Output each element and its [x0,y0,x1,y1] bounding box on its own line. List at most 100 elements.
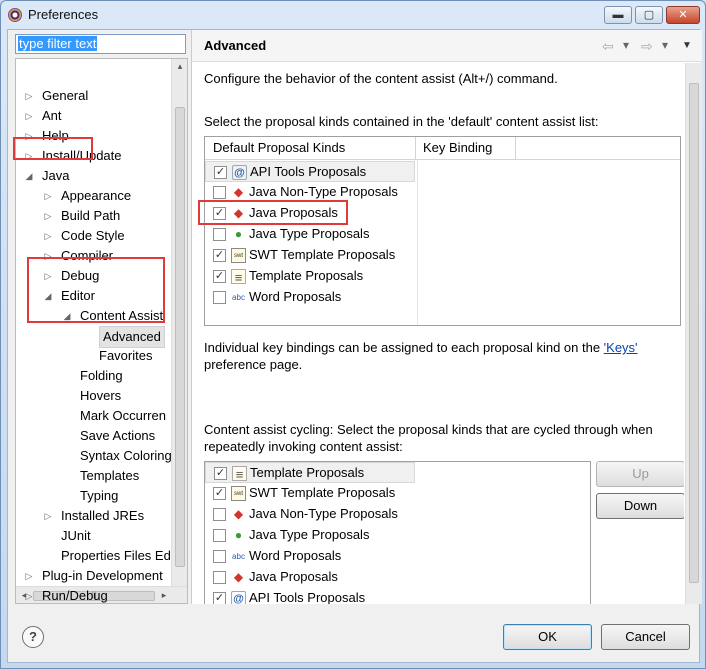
cycling-proposal-table[interactable]: ✓ ≡ Template Proposals ✓ swt SWT Template Pro… [204,461,591,604]
proposal-label: Java Non-Type Proposals [249,184,398,199]
proposal-checkbox[interactable] [213,550,226,563]
page-vertical-scrollbar[interactable] [685,63,702,604]
keys-info-text: Individual key bindings can be assigned … [204,339,674,373]
proposal-checkbox[interactable]: ✓ [213,487,226,500]
default-proposal-table[interactable]: Default Proposal Kinds Key Binding ✓ @ API… [204,136,681,326]
tree-vertical-scrollbar[interactable]: ▴ [171,59,187,586]
back-arrow-icon[interactable]: ⇦ [602,38,614,55]
help-icon[interactable]: ? [22,626,44,648]
filter-input[interactable]: type filter text [15,34,186,54]
proposal-row[interactable]: ✓ @ API Tools Proposals [205,588,415,604]
tree-item-label: Plug-in Development [42,568,163,583]
proposal-row[interactable]: ✓ ≡ Template Proposals [205,462,415,483]
proposal-row[interactable]: ● Java Type Proposals [205,525,415,546]
proposal-row[interactable]: abc Word Proposals [205,546,415,567]
expand-arrow-icon[interactable]: ▷ [24,86,34,106]
proposal-checkbox[interactable] [213,228,226,241]
proposal-checkbox[interactable]: ✓ [214,467,227,480]
tree-item-label: Code Style [61,228,125,243]
page-content: Configure the behavior of the content as… [192,63,684,604]
expand-arrow-icon[interactable]: ▷ [43,226,53,246]
proposal-checkbox[interactable] [213,186,226,199]
expand-arrow-icon[interactable]: ▷ [24,106,34,126]
forward-menu-icon[interactable]: ▾ [662,38,668,52]
keys-link[interactable]: 'Keys' [604,340,638,355]
column-divider [415,137,416,160]
view-menu-icon[interactable]: ▼ [682,40,692,51]
window-title: Preferences [28,7,99,22]
proposal-label: Word Proposals [249,289,342,304]
close-button[interactable]: ✕ [666,6,700,24]
tree-item-label: Properties Files Ed [61,548,171,563]
tree-item-label: Advanced [99,326,165,348]
proposal-kind-icon: ● [234,528,243,542]
expand-arrow-icon[interactable]: ▷ [43,506,53,526]
highlight-java [13,137,93,160]
back-menu-icon[interactable]: ▾ [623,38,629,52]
tree-item-label: Hovers [80,388,122,403]
tree-item-label: Appearance [61,188,132,203]
col-key-binding[interactable]: Key Binding [423,140,492,155]
page-scroll-thumb[interactable] [689,83,699,583]
col-default-kinds[interactable]: Default Proposal Kinds [213,140,345,155]
tree-item-label: General [42,88,89,103]
title-bar[interactable]: Preferences ▬ ▢ ✕ [1,1,705,29]
proposal-checkbox[interactable]: ✓ [213,249,226,262]
proposal-label: Template Proposals [250,465,365,480]
proposal-kind-icon: ◆ [233,507,244,521]
expand-arrow-icon[interactable]: ◢ [24,166,34,186]
expand-arrow-icon[interactable]: ▷ [43,206,53,226]
keys-info-part2: preference page. [204,357,303,372]
proposal-kind-icon: ◆ [233,185,244,199]
proposal-row[interactable]: ● Java Type Proposals [205,224,415,245]
tree-item-label: JUnit [61,528,91,543]
scroll-up-icon[interactable]: ▴ [173,61,187,72]
proposal-checkbox[interactable]: ✓ [214,166,227,179]
proposal-label: Word Proposals [249,548,342,563]
intro-text: Configure the behavior of the content as… [204,71,558,86]
proposal-row[interactable]: abc Word Proposals [205,287,415,308]
tree-scroll-thumb[interactable] [175,107,185,567]
forward-arrow-icon[interactable]: ⇨ [641,38,653,55]
proposal-checkbox[interactable] [213,529,226,542]
proposal-row[interactable]: ✓ swt SWT Template Proposals [205,245,415,266]
cancel-button[interactable]: Cancel [601,624,690,650]
tree-item-label: Installed JREs [61,508,145,523]
keys-info-part1: Individual key bindings can be assigned … [204,340,604,355]
expand-arrow-icon[interactable]: ▷ [24,586,34,603]
scroll-right-icon[interactable]: ▸ [157,590,171,601]
page-title: Advanced [204,38,267,53]
proposal-label: API Tools Proposals [250,164,367,179]
up-button[interactable]: Up [596,461,684,487]
maximize-button[interactable]: ▢ [635,6,663,24]
proposal-label: Java Type Proposals [249,226,370,241]
proposal-row[interactable]: ◆ Java Proposals [205,567,415,588]
proposal-checkbox[interactable] [213,571,226,584]
proposal-label: Java Non-Type Proposals [249,506,398,521]
proposal-kind-icon: swt [231,248,246,263]
proposal-kind-icon: abc [232,552,245,561]
minimize-button[interactable]: ▬ [604,6,632,24]
proposal-row[interactable]: ✓ ≡ Template Proposals [205,266,415,287]
page-header: Advanced ⇦ ▾ ⇨ ▾ ▼ [192,30,702,62]
proposal-checkbox[interactable]: ✓ [213,592,226,604]
tree-item-label: Build Path [61,208,121,223]
proposal-row[interactable]: ✓ swt SWT Template Proposals [205,483,415,504]
proposal-checkbox[interactable] [213,508,226,521]
down-button[interactable]: Down [596,493,684,519]
tree-item-label: Templates [80,468,140,483]
proposal-row[interactable]: ✓ @ API Tools Proposals [205,161,415,182]
proposal-row[interactable]: ◆ Java Non-Type Proposals [205,504,415,525]
proposal-checkbox[interactable]: ✓ [213,270,226,283]
proposal-label: SWT Template Proposals [249,247,396,262]
proposal-checkbox[interactable] [213,291,226,304]
proposal-kind-icon: @ [232,165,247,180]
expand-arrow-icon[interactable]: ▷ [43,186,53,206]
eclipse-icon [8,8,22,22]
ok-button[interactable]: OK [503,624,592,650]
expand-arrow-icon[interactable]: ▷ [24,566,34,586]
proposal-kind-icon: ≡ [232,466,247,482]
highlight-java-proposals [198,200,348,225]
proposal-kind-icon: @ [231,591,246,604]
tree-item-label: Syntax Coloring [80,448,172,463]
